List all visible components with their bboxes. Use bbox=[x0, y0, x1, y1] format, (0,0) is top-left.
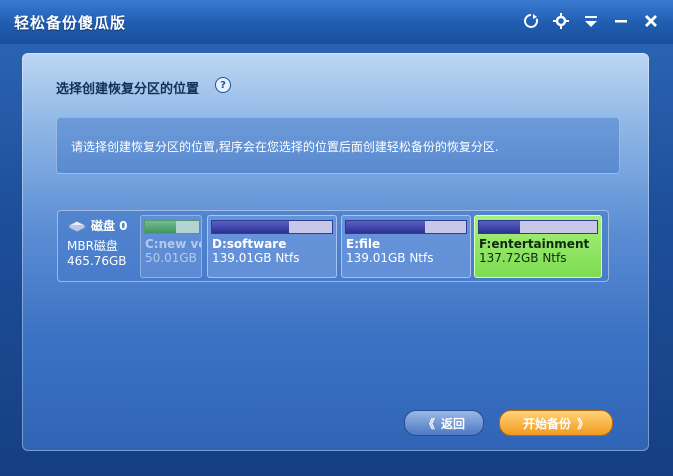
partition-label: D:software bbox=[212, 237, 287, 251]
info-text: 请选择创建恢复分区的位置,程序会在您选择的位置后面创建轻松备份的恢复分区. bbox=[71, 140, 499, 154]
partition-e[interactable]: E:file 139.01GB Ntfs bbox=[341, 215, 471, 278]
disk-name: 磁盘 0 bbox=[67, 217, 145, 234]
partition-label: E:file bbox=[346, 237, 381, 251]
start-backup-button-label: 开始备份 bbox=[522, 416, 571, 431]
partition-f[interactable]: F:entertainment 137.72GB Ntfs bbox=[474, 215, 602, 278]
app-title: 轻松备份傻瓜版 bbox=[14, 14, 127, 32]
disk-type: MBR磁盘 bbox=[67, 239, 118, 253]
hard-disk-icon bbox=[67, 219, 87, 232]
disk-name-label: 磁盘 0 bbox=[91, 219, 128, 233]
back-button[interactable]: 《 返回 bbox=[404, 410, 484, 436]
forward-chevron-icon: 》 bbox=[577, 416, 590, 431]
back-chevron-icon: 《 bbox=[422, 416, 435, 431]
partition-label: C:new vo bbox=[145, 237, 202, 251]
partition-size: 139.01GB Ntfs bbox=[346, 251, 434, 265]
partition-usage-bar bbox=[211, 220, 333, 234]
partition-d[interactable]: D:software 139.01GB Ntfs bbox=[207, 215, 337, 278]
minimize-icon[interactable] bbox=[611, 11, 631, 31]
disk-size: 465.76GB bbox=[67, 254, 127, 268]
section-title: 选择创建恢复分区的位置 bbox=[56, 82, 200, 97]
partition-usage-bar bbox=[144, 220, 200, 234]
partition-c: C:new vo 50.01GB N bbox=[140, 215, 202, 278]
close-icon[interactable] bbox=[641, 11, 661, 31]
partition-label: F:entertainment bbox=[479, 237, 590, 251]
disk-info: 磁盘 0 MBR磁盘 465.76GB bbox=[67, 217, 145, 268]
partition-size: 139.01GB Ntfs bbox=[212, 251, 300, 265]
partition-usage-fill bbox=[212, 221, 289, 233]
start-backup-button[interactable]: 开始备份 》 bbox=[499, 410, 613, 436]
partition-size: 50.01GB N bbox=[145, 251, 201, 265]
disk-strip: 磁盘 0 MBR磁盘 465.76GB C:new vo 50.01GB N D… bbox=[57, 210, 609, 282]
help-icon[interactable]: ? bbox=[215, 77, 231, 93]
partition-usage-fill bbox=[145, 221, 176, 233]
refresh-icon[interactable] bbox=[521, 11, 541, 31]
info-box: 请选择创建恢复分区的位置,程序会在您选择的位置后面创建轻松备份的恢复分区. bbox=[56, 117, 620, 174]
dropdown-menu-icon[interactable] bbox=[581, 11, 601, 31]
partition-usage-bar bbox=[478, 220, 598, 234]
partition-size: 137.72GB Ntfs bbox=[479, 251, 567, 265]
title-bar: 轻松备份傻瓜版 bbox=[0, 0, 673, 44]
main-panel: 选择创建恢复分区的位置 ? 请选择创建恢复分区的位置,程序会在您选择的位置后面创… bbox=[22, 53, 649, 451]
partition-usage-bar bbox=[345, 220, 467, 234]
back-button-label: 返回 bbox=[441, 416, 466, 431]
partition-usage-fill bbox=[479, 221, 521, 233]
title-bar-controls bbox=[521, 11, 661, 31]
gear-icon[interactable] bbox=[551, 11, 571, 31]
partition-usage-fill bbox=[346, 221, 426, 233]
